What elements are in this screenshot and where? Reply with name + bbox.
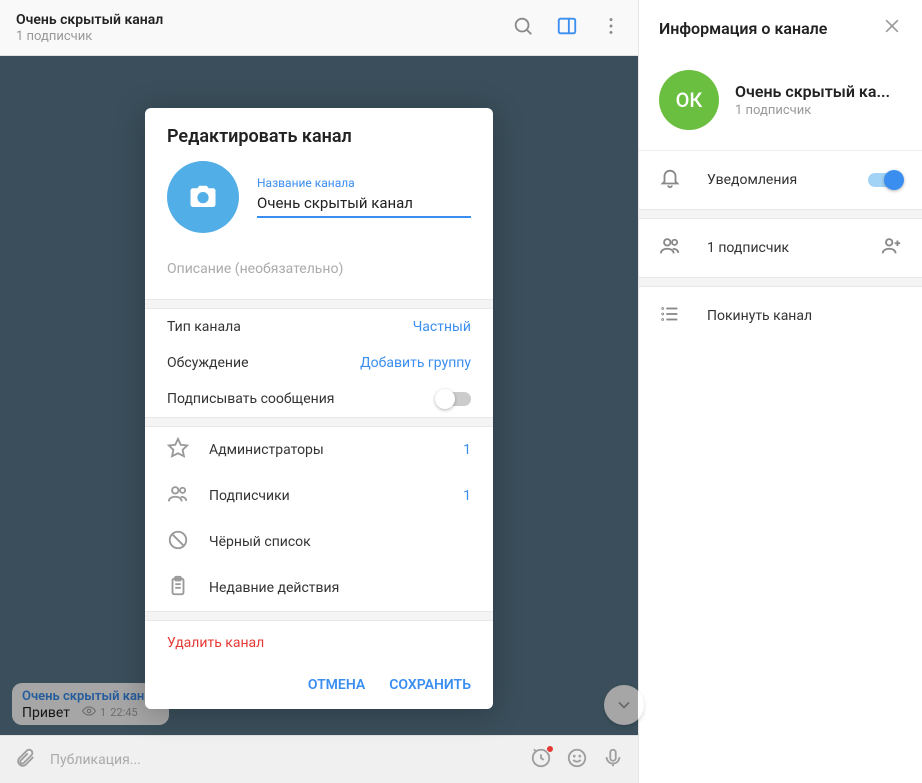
channel-name-input[interactable] xyxy=(257,190,471,218)
clipboard-icon xyxy=(167,575,189,601)
sidebar-channel-name: Очень скрытый ка... xyxy=(735,82,890,101)
composer xyxy=(0,735,638,783)
notifications-toggle[interactable] xyxy=(868,173,902,187)
channel-type-row[interactable]: Тип канала Частный xyxy=(145,309,493,345)
sidebar-header: Информация о канале xyxy=(639,0,922,56)
block-icon xyxy=(167,529,189,555)
attach-icon[interactable] xyxy=(14,747,36,773)
close-icon[interactable] xyxy=(882,16,902,40)
avatar: ОК xyxy=(659,70,719,130)
bell-icon xyxy=(659,167,681,193)
list-icon xyxy=(659,303,681,329)
channel-type-value: Частный xyxy=(413,319,471,335)
save-button[interactable]: СОХРАНИТЬ xyxy=(389,677,471,693)
subscribers-count: 1 xyxy=(463,488,471,504)
leave-channel-row[interactable]: Покинуть канал xyxy=(639,287,922,345)
users-icon xyxy=(659,235,681,261)
emoji-icon[interactable] xyxy=(566,747,588,773)
sidebar-profile[interactable]: ОК Очень скрытый ка... 1 подписчик xyxy=(639,56,922,151)
chat-subscribers: 1 подписчик xyxy=(16,29,512,44)
add-user-icon[interactable] xyxy=(880,235,902,261)
delete-channel-button[interactable]: Удалить канал xyxy=(145,621,493,665)
modal-overlay[interactable]: Редактировать канал Название канала Тип … xyxy=(0,56,638,735)
subscribers-list-row[interactable]: 1 подписчик xyxy=(639,219,922,277)
menu-dots-icon[interactable] xyxy=(600,15,622,41)
chat-header: Очень скрытый канал 1 подписчик xyxy=(0,0,638,56)
description-input[interactable] xyxy=(167,257,471,281)
sidebar-subscribers: 1 подписчик xyxy=(735,103,890,118)
sign-messages-toggle[interactable] xyxy=(437,392,471,406)
sidebar-toggle-icon[interactable] xyxy=(556,15,578,41)
users-icon xyxy=(167,483,189,509)
cancel-button[interactable]: ОТМЕНА xyxy=(308,677,365,693)
name-input-label: Название канала xyxy=(257,176,471,190)
chat-header-titles[interactable]: Очень скрытый канал 1 подписчик xyxy=(16,12,512,44)
subscribers-row[interactable]: Подписчики 1 xyxy=(145,473,493,519)
sign-messages-row[interactable]: Подписывать сообщения xyxy=(145,381,493,417)
edit-channel-modal: Редактировать канал Название канала Тип … xyxy=(145,108,493,709)
schedule-icon[interactable] xyxy=(530,747,552,773)
voice-icon[interactable] xyxy=(602,747,624,773)
modal-title: Редактировать канал xyxy=(145,108,493,161)
info-sidebar: Информация о канале ОК Очень скрытый ка.… xyxy=(638,0,922,783)
discussion-value: Добавить группу xyxy=(360,355,471,371)
chat-body: Очень скрытый канал Привет 1 22:45 Редак… xyxy=(0,56,638,735)
chat-title: Очень скрытый канал xyxy=(16,12,512,28)
search-icon[interactable] xyxy=(512,15,534,41)
sidebar-title: Информация о канале xyxy=(659,19,827,38)
blacklist-row[interactable]: Чёрный список xyxy=(145,519,493,565)
admins-count: 1 xyxy=(463,442,471,458)
chat-column: Очень скрытый канал 1 подписчик Очень ск… xyxy=(0,0,638,783)
notifications-row[interactable]: Уведомления xyxy=(639,151,922,209)
star-icon xyxy=(167,437,189,463)
composer-input[interactable] xyxy=(50,752,516,768)
admins-row[interactable]: Администраторы 1 xyxy=(145,427,493,473)
discussion-row[interactable]: Обсуждение Добавить группу xyxy=(145,345,493,381)
recent-actions-row[interactable]: Недавние действия xyxy=(145,565,493,611)
channel-photo-button[interactable] xyxy=(167,161,239,233)
